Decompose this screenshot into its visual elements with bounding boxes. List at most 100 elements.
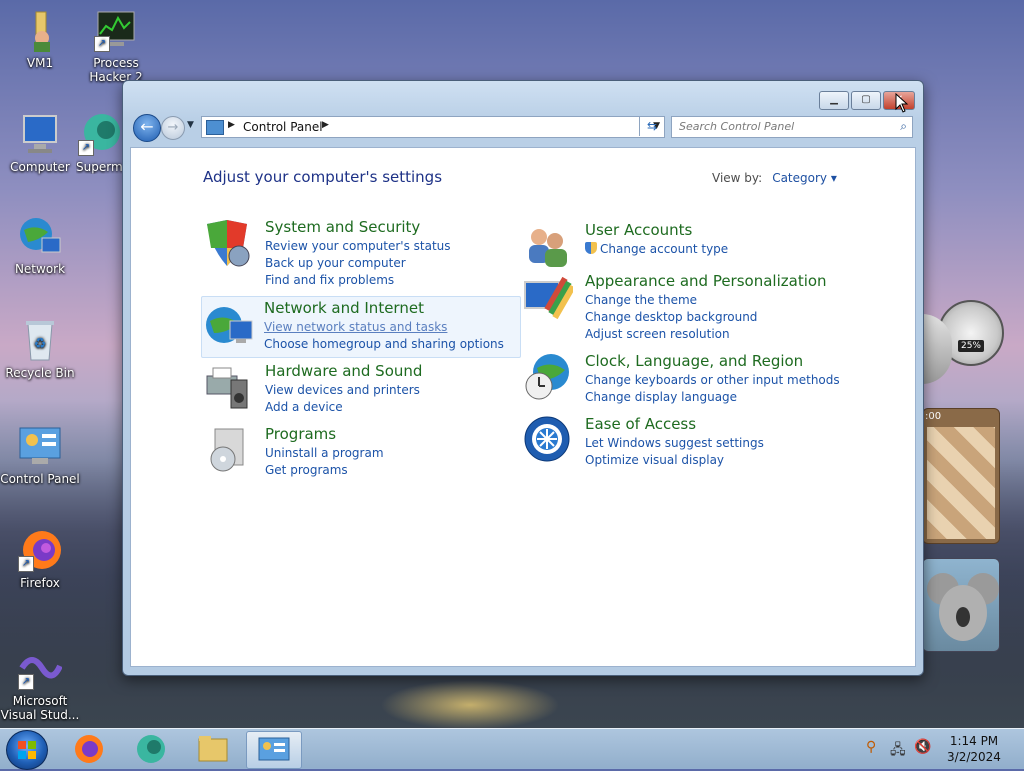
- search-input[interactable]: [672, 117, 889, 135]
- puzzle-timer: :00: [925, 411, 942, 422]
- desktop-icon-visual-studio[interactable]: ↗ Microsoft Visual Stud...: [0, 646, 80, 722]
- slideshow-gadget[interactable]: [922, 558, 1000, 652]
- control-panel-small-icon: [206, 120, 224, 135]
- category-ease-of-access: Ease of Access Let Windows suggest setti…: [523, 415, 843, 467]
- desktop-icon-control-panel[interactable]: Control Panel: [0, 424, 80, 486]
- clock-time: 1:14 PM: [949, 734, 999, 748]
- clock-date: 3/2/2024: [947, 750, 1001, 764]
- forward-button[interactable]: →: [161, 116, 185, 140]
- users-icon: [523, 221, 573, 271]
- category-title[interactable]: Clock, Language, and Region: [585, 352, 803, 370]
- link-add-device[interactable]: Add a device: [265, 399, 420, 416]
- breadcrumb-arrow-icon[interactable]: ▶: [322, 120, 329, 130]
- desktop-icon-network[interactable]: Network: [0, 214, 80, 276]
- category-title[interactable]: Appearance and Personalization: [585, 272, 827, 290]
- volume-muted-icon[interactable]: 🔇: [914, 739, 931, 755]
- navigation-bar: ← → ▼ ▶ Control Panel ▶ ▼ ⇆ ⌕: [131, 114, 913, 142]
- taskbar-explorer[interactable]: [186, 731, 240, 767]
- start-button[interactable]: [6, 730, 48, 770]
- link-screen-resolution[interactable]: Adjust screen resolution: [585, 326, 757, 343]
- link-desktop-background[interactable]: Change desktop background: [585, 309, 757, 326]
- desktop-icon-superman[interactable]: ↗ Superm...: [76, 112, 124, 174]
- maximize-button[interactable]: ▢: [851, 91, 881, 110]
- folder-icon: [198, 736, 228, 762]
- link-change-account-type[interactable]: Change account type: [585, 241, 728, 258]
- back-button[interactable]: ←: [133, 114, 161, 142]
- puzzle-tiles[interactable]: [927, 427, 995, 539]
- category-title[interactable]: User Accounts: [585, 221, 692, 239]
- taskbar: ⚲ 🖧 🔇 1:14 PM 3/2/2024: [0, 728, 1024, 770]
- windows-logo-icon: [18, 741, 36, 759]
- desktop-icon-vm1[interactable]: VM1: [0, 8, 80, 70]
- monitor-graph-icon: ↗: [94, 8, 138, 52]
- category-network-and-internet: Network and Internet View network status…: [201, 296, 521, 358]
- category-title[interactable]: Network and Internet: [264, 299, 424, 317]
- category-title[interactable]: Hardware and Sound: [265, 362, 422, 380]
- control-panel-window[interactable]: ▁ ▢ ✕ ← → ▼ ▶ Control Panel ▶ ▼ ⇆ ⌕ Adju…: [122, 80, 924, 676]
- app-swirl-icon: ↗: [78, 112, 122, 156]
- computer-icon: [18, 112, 62, 156]
- link-get-programs[interactable]: Get programs: [265, 462, 384, 479]
- visual-studio-icon: ↗: [18, 646, 63, 690]
- view-by-dropdown[interactable]: Category ▾: [772, 171, 837, 185]
- category-title[interactable]: Ease of Access: [585, 415, 696, 433]
- search-icon[interactable]: ⌕: [900, 119, 907, 134]
- appearance-icon: [523, 272, 576, 322]
- firefox-icon: ↗: [18, 528, 62, 572]
- link-windows-suggest[interactable]: Let Windows suggest settings: [585, 435, 764, 452]
- link-review-status[interactable]: Review your computer's status: [265, 238, 451, 255]
- link-homegroup-sharing[interactable]: Choose homegroup and sharing options: [264, 336, 504, 353]
- breadcrumb-arrow-icon[interactable]: ▶: [228, 120, 235, 130]
- koala-photo-icon: [927, 573, 999, 641]
- link-devices-printers[interactable]: View devices and printers: [265, 382, 420, 399]
- printer-speaker-icon: [203, 362, 253, 412]
- control-panel-icon: [258, 737, 290, 761]
- mouse-cursor-icon: [895, 93, 909, 113]
- shortcut-arrow-icon: ↗: [94, 36, 110, 52]
- category-title[interactable]: Programs: [265, 425, 336, 443]
- link-uninstall-program[interactable]: Uninstall a program: [265, 445, 384, 462]
- minimize-button[interactable]: ▁: [819, 91, 849, 110]
- network-globe-icon: [18, 214, 62, 258]
- link-display-language[interactable]: Change display language: [585, 389, 840, 406]
- search-box[interactable]: ⌕: [671, 116, 913, 138]
- taskbar-clock[interactable]: 1:14 PM 3/2/2024: [942, 733, 1006, 765]
- breadcrumb-control-panel[interactable]: Control Panel: [243, 120, 323, 134]
- recent-pages-button[interactable]: ▼: [187, 120, 194, 130]
- link-change-keyboards[interactable]: Change keyboards or other input methods: [585, 372, 840, 389]
- taskbar-firefox[interactable]: [62, 731, 116, 767]
- recycle-bin-icon: ♻: [18, 318, 62, 362]
- link-optimize-display[interactable]: Optimize visual display: [585, 452, 764, 469]
- wallpaper-glow: [380, 680, 560, 730]
- taskbar-app-swirl[interactable]: [124, 731, 178, 767]
- link-backup[interactable]: Back up your computer: [265, 255, 451, 272]
- app-swirl-icon: [137, 735, 165, 763]
- network-globe-icon: [204, 303, 254, 353]
- view-by: View by: Category ▾: [712, 171, 837, 185]
- taskbar-control-panel[interactable]: [246, 731, 302, 769]
- puzzle-gadget[interactable]: :00: [922, 408, 1000, 544]
- category-system-and-security: System and Security Review your computer…: [203, 218, 523, 288]
- category-user-accounts: User Accounts Change account type: [523, 221, 843, 267]
- content-pane: Adjust your computer's settings View by:…: [130, 147, 916, 667]
- link-network-status[interactable]: View network status and tasks: [264, 319, 504, 336]
- category-title[interactable]: System and Security: [265, 218, 420, 236]
- ease-of-access-icon: [523, 415, 573, 465]
- desktop-icon-recycle-bin[interactable]: ♻ Recycle Bin: [0, 318, 80, 380]
- desktop-icon-firefox[interactable]: ↗ Firefox: [0, 528, 80, 590]
- shortcut-arrow-icon: ↗: [78, 140, 94, 156]
- page-title: Adjust your computer's settings: [203, 168, 443, 186]
- search-tray-icon[interactable]: ⚲: [866, 739, 876, 755]
- uac-shield-icon: [585, 242, 597, 254]
- control-panel-icon: [18, 424, 62, 468]
- link-find-fix-problems[interactable]: Find and fix problems: [265, 272, 451, 289]
- category-programs: Programs Uninstall a program Get program…: [203, 425, 523, 477]
- desktop-icon-process-hacker[interactable]: ↗ Process Hacker 2: [76, 8, 156, 84]
- address-bar[interactable]: ▶ Control Panel ▶ ▼: [201, 116, 665, 138]
- category-appearance-personalization: Appearance and Personalization Change th…: [523, 272, 843, 343]
- link-change-theme[interactable]: Change the theme: [585, 292, 757, 309]
- refresh-icon[interactable]: ⇆: [639, 116, 664, 136]
- desktop-icon-computer[interactable]: Computer: [0, 112, 80, 174]
- network-tray-icon[interactable]: 🖧: [890, 739, 906, 763]
- folder-user-icon: [18, 8, 62, 52]
